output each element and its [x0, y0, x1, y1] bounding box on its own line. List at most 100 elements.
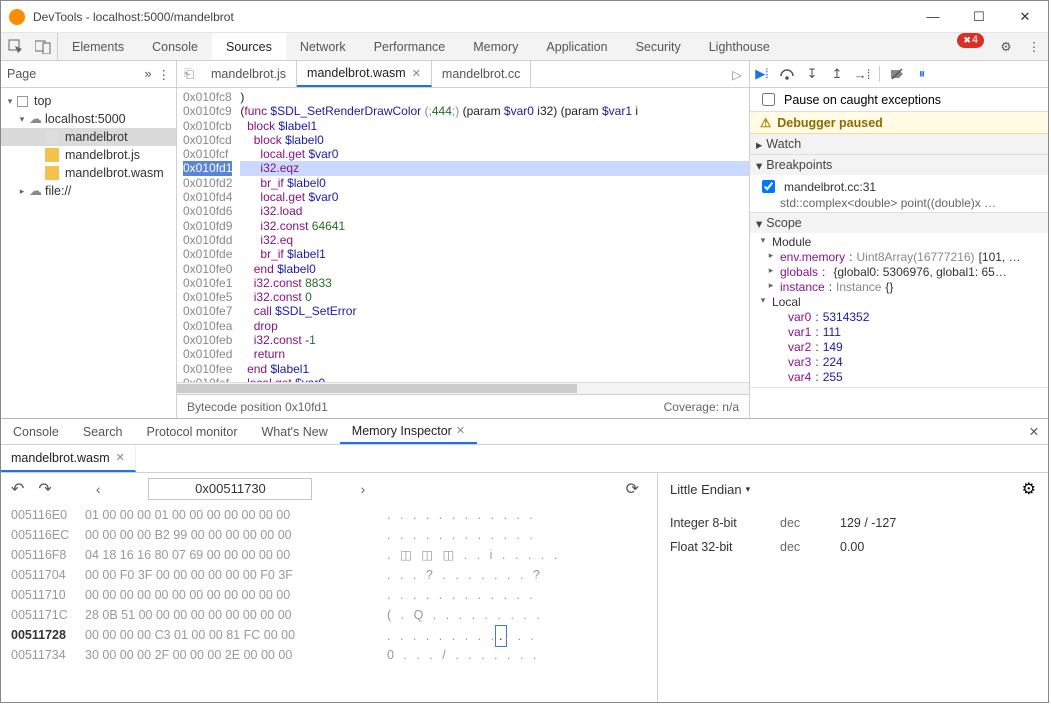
- page-menu-icon[interactable]: ⋮: [158, 67, 171, 82]
- tree-folder[interactable]: mandelbrot: [1, 128, 176, 146]
- nav-back-icon[interactable]: ⎗: [177, 61, 201, 87]
- hex-row[interactable]: 0051170400 00 F0 3F 00 00 00 00 00 00 F0…: [11, 565, 647, 585]
- code-line[interactable]: i32.const 64641: [240, 219, 749, 233]
- code-address[interactable]: 0x010fe5: [183, 290, 232, 304]
- code-line[interactable]: i32.const 8833: [240, 276, 749, 290]
- code-line[interactable]: block $label1: [240, 119, 749, 133]
- scope-section[interactable]: Scope: [750, 213, 1048, 233]
- tab-console[interactable]: Console: [138, 33, 212, 60]
- scope-row[interactable]: var1: 111: [758, 325, 1040, 340]
- hex-row[interactable]: 0051172800 00 00 00 C3 01 00 00 81 FC 00…: [11, 625, 647, 645]
- page-label[interactable]: Page: [7, 67, 139, 81]
- drawer-tab-search[interactable]: Search: [71, 419, 135, 444]
- tab-security[interactable]: Security: [622, 33, 695, 60]
- tab-lighthouse[interactable]: Lighthouse: [695, 33, 784, 60]
- tree-file-scheme[interactable]: ☁file://: [1, 182, 176, 200]
- code-address[interactable]: 0x010fd2: [183, 176, 232, 190]
- code-address[interactable]: 0x010fd9: [183, 219, 232, 233]
- code-line[interactable]: call $SDL_SetError: [240, 304, 749, 318]
- pause-caught-checkbox[interactable]: [762, 93, 775, 106]
- code-line[interactable]: i32.load: [240, 204, 749, 218]
- code-address[interactable]: 0x010fed: [183, 347, 232, 361]
- code-line[interactable]: end $label0: [240, 262, 749, 276]
- code-address[interactable]: 0x010fcf: [183, 147, 232, 161]
- code-line[interactable]: br_if $label1: [240, 247, 749, 261]
- deactivate-breakpoints-icon[interactable]: [889, 66, 905, 82]
- close-icon[interactable]: ✕: [116, 451, 125, 464]
- code-address[interactable]: 0x010fe1: [183, 276, 232, 290]
- scope-row[interactable]: globals: {global0: 5306976, global1: 65…: [758, 265, 1040, 280]
- code-line[interactable]: drop: [240, 319, 749, 333]
- tree-file-js[interactable]: mandelbrot.js: [1, 146, 176, 164]
- step-icon[interactable]: →⁞: [854, 66, 870, 82]
- scope-module[interactable]: Module: [772, 235, 811, 250]
- breakpoint-toggle[interactable]: [762, 180, 775, 193]
- step-over-icon[interactable]: [779, 66, 795, 82]
- tab-performance[interactable]: Performance: [360, 33, 460, 60]
- tree-top[interactable]: top: [1, 92, 176, 110]
- code-address[interactable]: 0x010fd6: [183, 204, 232, 218]
- code-line[interactable]: (func $SDL_SetRenderDrawColor (;444;) (p…: [240, 104, 749, 118]
- code-address[interactable]: 0x010fd1: [183, 161, 232, 175]
- scope-row[interactable]: var3: 224: [758, 355, 1040, 370]
- code-address[interactable]: 0x010fcd: [183, 133, 232, 147]
- close-drawer-icon[interactable]: ✕: [1020, 419, 1048, 444]
- code-address[interactable]: 0x010fea: [183, 319, 232, 333]
- scope-local[interactable]: Local: [772, 295, 801, 310]
- code-address[interactable]: 0x010fe7: [183, 304, 232, 318]
- watch-section[interactable]: Watch: [750, 134, 1048, 154]
- refresh-icon[interactable]: ⟳: [626, 479, 639, 499]
- close-drawer-tab-icon[interactable]: ✕: [456, 424, 465, 437]
- hex-row[interactable]: 005116EC00 00 00 00 B2 99 00 00 00 00 00…: [11, 525, 647, 545]
- code-line[interactable]: br_if $label0: [240, 176, 749, 190]
- code-address[interactable]: 0x010fc9: [183, 104, 232, 118]
- horizontal-scrollbar[interactable]: [177, 382, 749, 394]
- file-tab-js[interactable]: mandelbrot.js: [201, 61, 297, 87]
- step-out-icon[interactable]: ↥: [829, 66, 845, 82]
- tab-sources[interactable]: Sources: [212, 33, 286, 60]
- scope-row[interactable]: instance: Instance {}: [758, 280, 1040, 295]
- code-line[interactable]: i32.eqz: [240, 161, 749, 175]
- address-input[interactable]: 0x00511730: [148, 478, 312, 500]
- hex-row[interactable]: 0051173430 00 00 00 2F 00 00 00 2E 00 00…: [11, 645, 647, 665]
- code-line[interactable]: return: [240, 347, 749, 361]
- tab-elements[interactable]: Elements: [58, 33, 138, 60]
- more-icon[interactable]: ⋮: [1020, 33, 1048, 60]
- close-tab-icon[interactable]: ✕: [412, 67, 421, 80]
- drawer-tab-console[interactable]: Console: [1, 419, 71, 444]
- more-tabs-icon[interactable]: »: [145, 67, 152, 81]
- tree-host[interactable]: ☁localhost:5000: [1, 110, 176, 128]
- tab-network[interactable]: Network: [286, 33, 360, 60]
- hex-row[interactable]: 005116F804 18 16 16 80 07 69 00 00 00 00…: [11, 545, 647, 565]
- device-toolbar-icon[interactable]: [29, 33, 57, 60]
- prev-page-icon[interactable]: ‹: [66, 481, 131, 497]
- breakpoints-section[interactable]: Breakpoints: [750, 155, 1048, 175]
- file-tab-wasm[interactable]: mandelbrot.wasm✕: [297, 61, 432, 87]
- code-line[interactable]: i32.const 0: [240, 290, 749, 304]
- file-tab-cc[interactable]: mandelbrot.cc: [432, 61, 532, 87]
- undo-icon[interactable]: ↶: [11, 479, 24, 499]
- code-address[interactable]: 0x010fdd: [183, 233, 232, 247]
- breakpoint-label[interactable]: mandelbrot.cc:31: [784, 180, 876, 194]
- hex-row[interactable]: 005116E001 00 00 00 01 00 00 00 00 00 00…: [11, 505, 647, 525]
- code-address[interactable]: 0x010fee: [183, 362, 232, 376]
- resume-icon[interactable]: ▶⁞: [754, 66, 770, 82]
- code-line[interactable]: end $label1: [240, 362, 749, 376]
- code-address[interactable]: 0x010fde: [183, 247, 232, 261]
- hex-row[interactable]: 0051171000 00 00 00 00 00 00 00 00 00 00…: [11, 585, 647, 605]
- code-line[interactable]: local.get $var0: [240, 190, 749, 204]
- pause-exceptions-icon[interactable]: ⏸: [914, 66, 930, 82]
- run-snippet-icon[interactable]: ▷: [725, 61, 749, 87]
- maximize-button[interactable]: ☐: [956, 1, 1002, 32]
- settings-icon[interactable]: ⚙: [992, 33, 1020, 60]
- error-badge[interactable]: 4: [957, 33, 984, 48]
- code-line[interactable]: i32.const -1: [240, 333, 749, 347]
- memory-subtab[interactable]: mandelbrot.wasm✕: [1, 445, 136, 472]
- next-page-icon[interactable]: ›: [330, 481, 395, 497]
- scope-row[interactable]: env.memory: Uint8Array(16777216) [101, …: [758, 250, 1040, 265]
- redo-icon[interactable]: ↷: [38, 479, 51, 499]
- close-button[interactable]: ✕: [1002, 1, 1048, 32]
- drawer-tab-memory-inspector[interactable]: Memory Inspector ✕: [340, 419, 477, 444]
- code-address[interactable]: 0x010feb: [183, 333, 232, 347]
- inspect-element-icon[interactable]: [1, 33, 29, 60]
